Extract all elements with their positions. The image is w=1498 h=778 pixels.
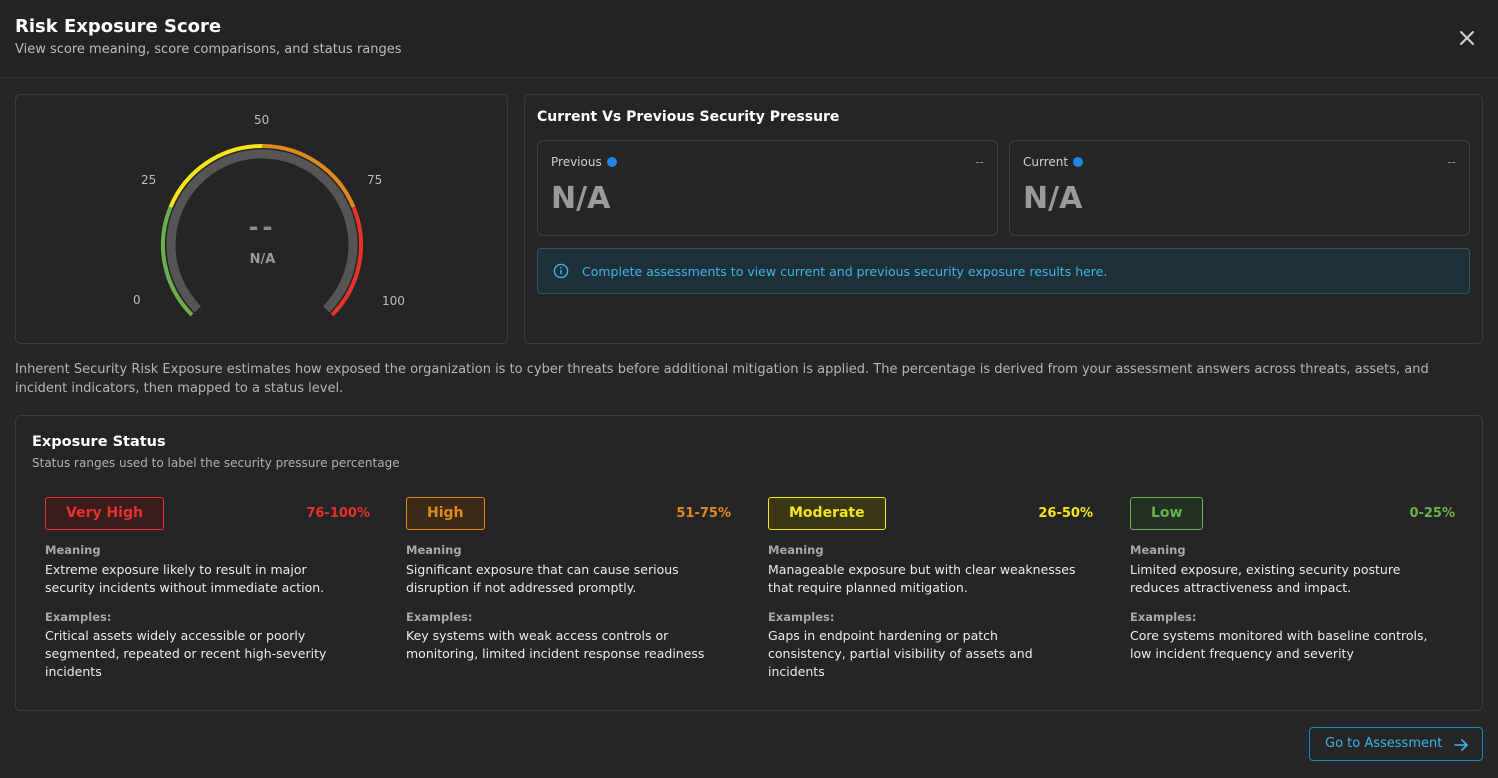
modal-title: Risk Exposure Score [15,16,222,37]
arrow-right-icon [1454,739,1468,751]
info-icon[interactable] [606,156,617,167]
status-badge: Low [1130,497,1204,530]
meaning-label: Meaning [768,543,824,557]
status-level-low: Low 0-25% Meaning Limited exposure, exis… [1130,497,1455,697]
modal-header: Risk Exposure Score View score meaning, … [0,0,1498,78]
current-label: Current [1023,155,1084,169]
current-delta: -- [1447,155,1456,169]
status-badge: Very High [45,497,164,530]
status-badge: High [406,497,485,530]
examples-label: Examples: [45,610,112,624]
gauge-tick-25: 25 [141,173,157,187]
previous-label: Previous [551,155,617,169]
status-level-very-high: Very High 76-100% Meaning Extreme exposu… [45,497,370,697]
status-badge: Moderate [768,497,886,530]
previous-value: N/A [551,181,611,216]
gauge-tick-75: 75 [367,173,383,187]
info-banner-text: Complete assessments to view current and… [582,264,1108,279]
exposure-status-title: Exposure Status [32,434,166,450]
exposure-status-subtitle: Status ranges used to label the security… [32,456,400,470]
meaning-label: Meaning [1130,543,1186,557]
gauge-tick-50: 50 [254,113,270,127]
examples-text: Critical assets widely accessible or poo… [45,628,327,679]
pressure-title: Current Vs Previous Security Pressure [537,109,840,125]
examples-label: Examples: [406,610,473,624]
gauge-label: N/A [249,252,276,267]
examples-label: Examples: [1130,610,1197,624]
close-icon [1460,31,1474,45]
status-range: 51-75% [676,506,731,521]
gauge-tick-100: 100 [382,294,405,308]
status-range: 26-50% [1038,506,1093,521]
current-value: N/A [1023,181,1083,216]
score-description: Inherent Security Risk Exposure estimate… [15,362,1429,396]
current-score-box: Current -- N/A [1009,140,1470,236]
examples-text: Key systems with weak access controls or… [406,628,705,661]
info-icon[interactable] [1073,156,1084,167]
status-level-moderate: Moderate 26-50% Meaning Manageable expos… [768,497,1093,697]
gauge-tick-0: 0 [133,293,141,307]
status-range: 76-100% [306,506,370,521]
previous-delta: -- [975,155,984,169]
status-range: 0-25% [1409,506,1455,521]
info-banner: Complete assessments to view current and… [537,248,1470,294]
modal-subtitle: View score meaning, score comparisons, a… [15,42,402,57]
close-button[interactable] [1454,25,1480,51]
examples-label: Examples: [768,610,835,624]
status-level-high: High 51-75% Meaning Significant exposure… [406,497,731,697]
info-circle-icon [553,263,569,279]
gauge-value: -- [248,213,277,241]
meaning-text: Significant exposure that can cause seri… [406,562,679,595]
go-to-assessment-label: Go to Assessment [1325,736,1443,751]
previous-score-box: Previous -- N/A [537,140,998,236]
meaning-text: Manageable exposure but with clear weakn… [768,562,1076,595]
meaning-text: Limited exposure, existing security post… [1130,562,1401,595]
meaning-text: Extreme exposure likely to result in maj… [45,562,325,595]
gauge-card: 0 25 50 75 100 -- N/A [15,94,508,344]
examples-text: Gaps in endpoint hardening or patch cons… [768,628,1033,679]
meaning-label: Meaning [45,543,101,557]
go-to-assessment-button[interactable]: Go to Assessment [1309,727,1483,761]
meaning-label: Meaning [406,543,462,557]
examples-text: Core systems monitored with baseline con… [1130,628,1428,661]
